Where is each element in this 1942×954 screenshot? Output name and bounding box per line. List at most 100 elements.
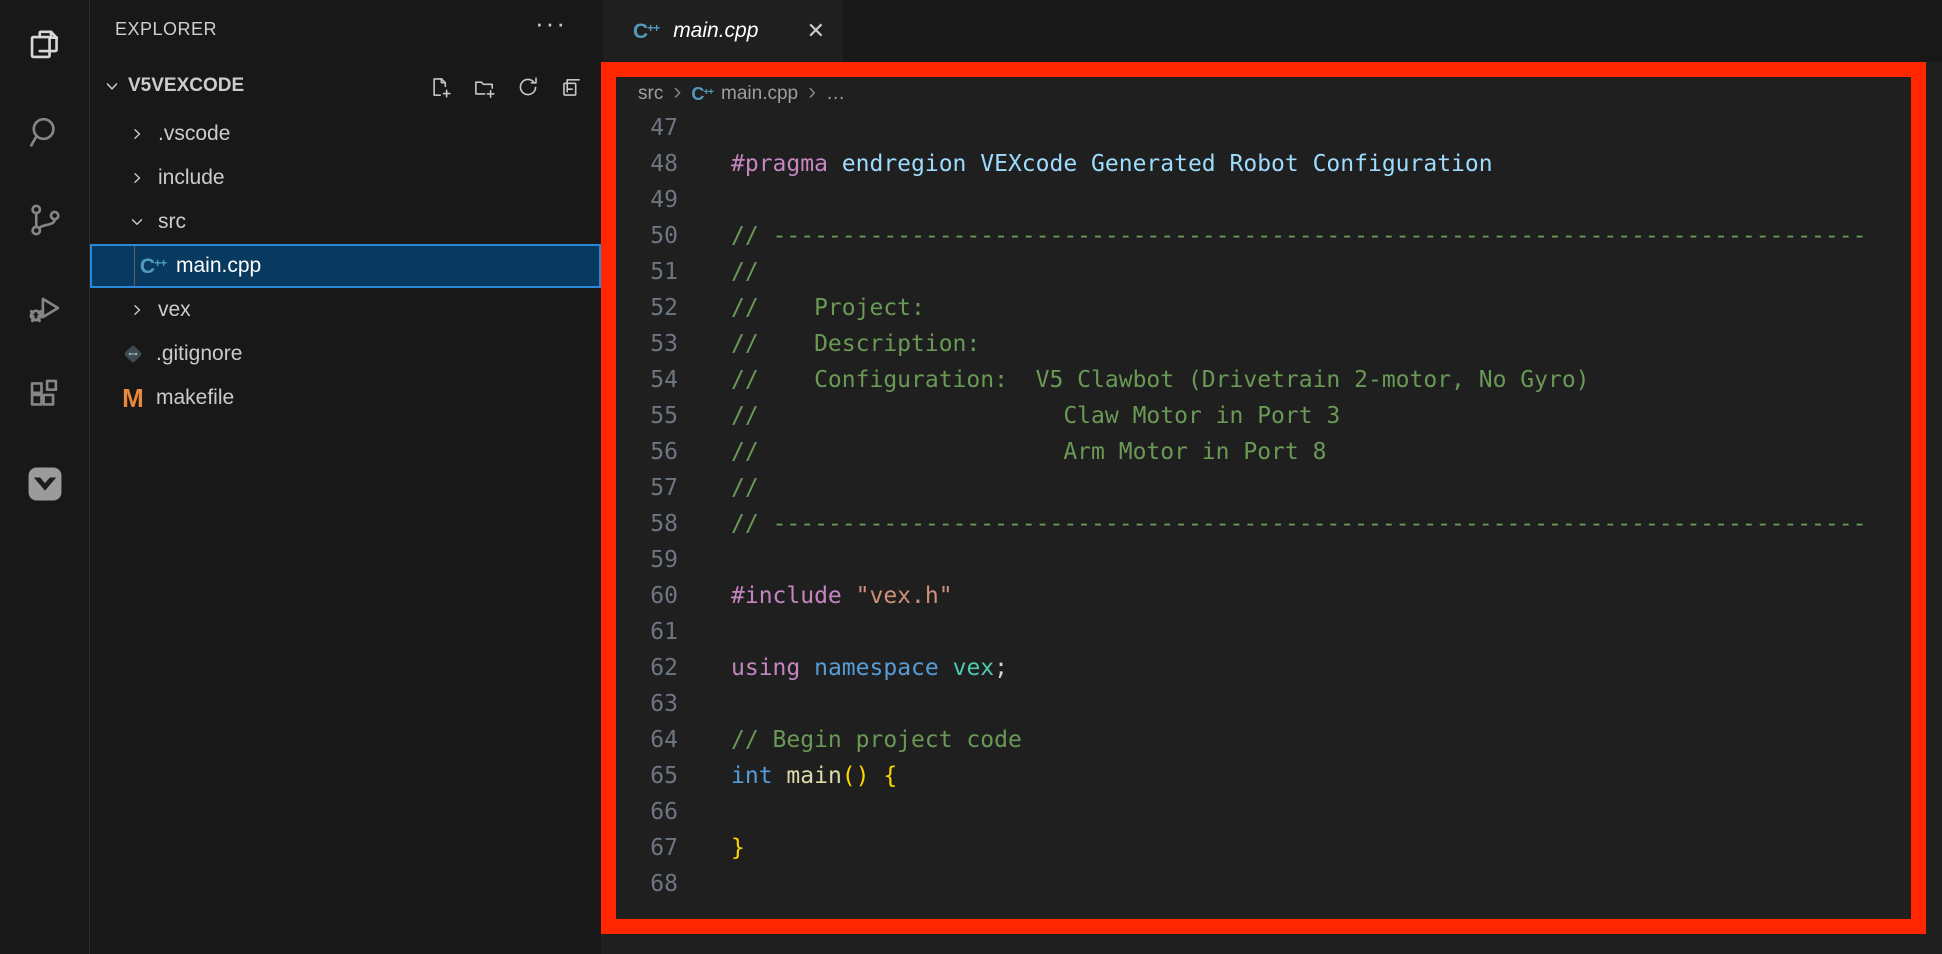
- line-number: 50: [616, 218, 678, 254]
- breadcrumb: src › C++ main.cpp › …: [616, 77, 1911, 110]
- tree-item-vscode[interactable]: .vscode: [90, 112, 601, 156]
- tree-item-main-cpp[interactable]: C++ main.cpp: [90, 244, 601, 288]
- code-text: #include "vex.h": [731, 578, 953, 614]
- workspace-name: V5VEXCODE: [128, 75, 244, 97]
- code-line-67[interactable]: 67}: [616, 830, 1911, 866]
- code-line-53[interactable]: 53 // Description:: [616, 326, 1911, 362]
- extensions-icon[interactable]: [0, 352, 89, 440]
- collapse-folders-icon[interactable]: [559, 74, 585, 100]
- code-line-54[interactable]: 54 // Configuration: V5 Clawbot (Drivetra…: [616, 362, 1911, 398]
- tree-item-label: makefile: [156, 386, 234, 410]
- code-text: // Configuration: V5 Clawbot (Drivetrain…: [731, 362, 1590, 398]
- code-text: // Description:: [731, 326, 980, 362]
- refresh-explorer-icon[interactable]: [515, 74, 541, 100]
- tree-item-vex[interactable]: vex: [90, 288, 601, 332]
- tree-item-label: .vscode: [158, 122, 230, 146]
- breadcrumb-file[interactable]: main.cpp: [721, 83, 798, 105]
- git-file-icon: [120, 341, 146, 367]
- tree-item-src[interactable]: src: [90, 200, 601, 244]
- tree-item-gitignore[interactable]: .gitignore: [90, 332, 601, 376]
- chevron-right-icon: ›: [673, 80, 681, 104]
- line-number: 65: [616, 758, 678, 794]
- explorer-sidebar: EXPLORER ··· V5VEXCODE .vscode include src…: [90, 0, 601, 954]
- code-line-64[interactable]: 64 // Begin project code: [616, 722, 1911, 758]
- line-number: 47: [616, 110, 678, 146]
- explorer-header: EXPLORER ···: [90, 14, 601, 48]
- line-number: 66: [616, 794, 678, 830]
- code-line-59[interactable]: 59: [616, 542, 1911, 578]
- activity-bar: [0, 0, 90, 954]
- chevron-right-icon: [128, 169, 146, 187]
- tree-item-label: .gitignore: [156, 342, 242, 366]
- cpp-file-icon: C++: [140, 256, 166, 277]
- code-text: }: [731, 830, 745, 866]
- tree-item-include[interactable]: include: [90, 156, 601, 200]
- line-number: 48: [616, 146, 678, 182]
- tree-item-label: src: [158, 210, 186, 234]
- code-text: // -------------------------------------…: [731, 218, 1866, 254]
- source-control-icon[interactable]: [0, 176, 89, 264]
- line-number: 64: [616, 722, 678, 758]
- line-number: 62: [616, 650, 678, 686]
- workspace-section-row[interactable]: V5VEXCODE: [90, 66, 601, 108]
- cpp-file-icon: C++: [633, 21, 659, 42]
- breadcrumb-symbol[interactable]: …: [826, 83, 845, 105]
- line-number: 68: [616, 866, 678, 902]
- tree-item-label: include: [158, 166, 225, 190]
- code-text: //: [731, 254, 759, 290]
- chevron-down-icon: [128, 213, 146, 231]
- indent-guide: [134, 246, 135, 286]
- code-text: int main() {: [731, 758, 897, 794]
- new-folder-icon[interactable]: [471, 74, 497, 100]
- code-line-52[interactable]: 52 // Project:: [616, 290, 1911, 326]
- code-text: // Project:: [731, 290, 925, 326]
- line-number: 54: [616, 362, 678, 398]
- tab-strip: C++ main.cpp ✕: [601, 0, 1942, 62]
- chevron-right-icon: ›: [808, 80, 816, 104]
- files-icon[interactable]: [0, 0, 89, 88]
- cpp-file-icon: C++: [691, 85, 713, 103]
- tree-item-makefile[interactable]: Mmakefile: [90, 376, 601, 420]
- code-line-55[interactable]: 55 // Claw Motor in Port 3: [616, 398, 1911, 434]
- code-line-56[interactable]: 56// Arm Motor in Port 8: [616, 434, 1911, 470]
- code-line-47[interactable]: 47: [616, 110, 1911, 146]
- tree-item-label: vex: [158, 298, 191, 322]
- code-text: // Arm Motor in Port 8: [731, 434, 1326, 470]
- code-line-48[interactable]: 48 #pragma endregion VEXcode Generated Ro…: [616, 146, 1911, 182]
- code-line-63[interactable]: 63: [616, 686, 1911, 722]
- code-text: // Claw Motor in Port 3: [731, 398, 1340, 434]
- line-number: 52: [616, 290, 678, 326]
- line-number: 63: [616, 686, 678, 722]
- line-number: 67: [616, 830, 678, 866]
- code-line-66[interactable]: 66: [616, 794, 1911, 830]
- vex-extension-icon[interactable]: [0, 440, 89, 528]
- more-actions-icon[interactable]: ···: [535, 8, 567, 39]
- chevron-down-icon: [102, 76, 122, 96]
- code-line-60[interactable]: 60 #include "vex.h": [616, 578, 1911, 614]
- close-tab-icon[interactable]: ✕: [807, 18, 825, 44]
- code-editor[interactable]: 4748 #pragma endregion VEXcode Generated …: [616, 110, 1911, 919]
- tab-main-cpp[interactable]: C++ main.cpp ✕: [603, 0, 843, 62]
- chevron-right-icon: [128, 125, 146, 143]
- code-text: // -------------------------------------…: [731, 506, 1866, 542]
- code-line-49[interactable]: 49: [616, 182, 1911, 218]
- line-number: 55: [616, 398, 678, 434]
- line-number: 53: [616, 326, 678, 362]
- breadcrumb-folder[interactable]: src: [638, 83, 663, 105]
- code-line-65[interactable]: 65 int main() {: [616, 758, 1911, 794]
- code-text: // Begin project code: [731, 722, 1022, 758]
- code-line-50[interactable]: 50 // -----------------------------------…: [616, 218, 1911, 254]
- tree-item-label: main.cpp: [176, 254, 261, 278]
- new-file-icon[interactable]: [427, 74, 453, 100]
- code-line-51[interactable]: 51//: [616, 254, 1911, 290]
- code-line-57[interactable]: 57//: [616, 470, 1911, 506]
- code-line-68[interactable]: 68: [616, 866, 1911, 902]
- file-tree: .vscode include src C++ main.cpp vex .gitignor…: [90, 112, 601, 420]
- line-number: 60: [616, 578, 678, 614]
- run-debug-icon[interactable]: [0, 264, 89, 352]
- code-line-58[interactable]: 58// -----------------------------------…: [616, 506, 1911, 542]
- search-icon[interactable]: [0, 88, 89, 176]
- code-line-61[interactable]: 61: [616, 614, 1911, 650]
- code-text: #pragma endregion VEXcode Generated Robo…: [731, 146, 1493, 182]
- code-line-62[interactable]: 62using namespace vex;: [616, 650, 1911, 686]
